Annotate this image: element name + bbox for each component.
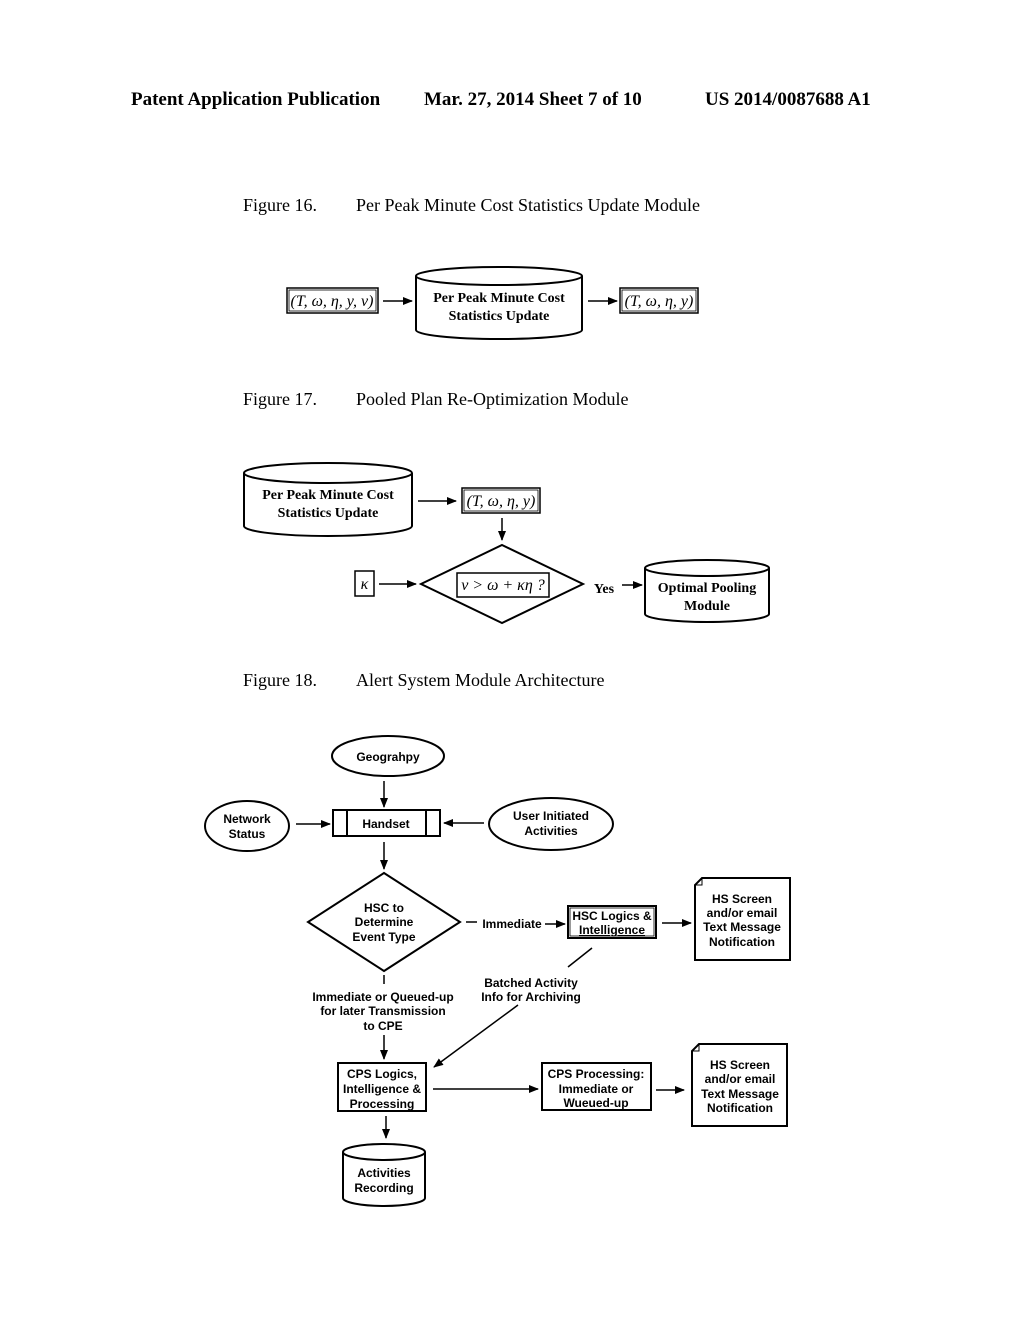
diagram-canvas: (T, ω, η, y, v) Per Peak Minute Cost Sta… (204, 266, 791, 1207)
fig16-module-line1: Per Peak Minute Cost (433, 291, 565, 306)
fig18-decision-diamond: HSC to Determine Event Type (306, 871, 462, 973)
fig18-geography-ellipse: Geograhpy (331, 735, 445, 777)
fig18-notif2-line3: Text Message (701, 1087, 779, 1101)
fig18-user-ellipse: User Initiated Activities (488, 797, 614, 851)
fig16-output-text: (T, ω, η, y) (625, 293, 694, 310)
fig17-target-cylinder: Optimal Pooling Module (644, 559, 770, 623)
fig18-notif1-line2: and/or email (707, 906, 778, 920)
fig18-recording-line2: Recording (354, 1181, 413, 1195)
fig18-notification2-doc: HS Screen and/or email Text Message Noti… (691, 1043, 788, 1127)
fig16-module-cylinder: Per Peak Minute Cost Statistics Update (415, 266, 583, 340)
fig18-cpsproc-line1: CPS Processing: (548, 1067, 645, 1081)
fig17-source-line1: Per Peak Minute Cost (262, 488, 394, 503)
fig17-stats-text: (T, ω, η, y) (467, 493, 536, 510)
fig18-recording-cylinder: Activities Recording (342, 1143, 426, 1207)
fig18-notif2-line2: and/or email (705, 1072, 776, 1086)
fig18-user-line1: User Initiated (513, 809, 589, 823)
fig18-notif2-line4: Notification (707, 1101, 773, 1115)
fig18-queued-line3: to CPE (363, 1019, 402, 1033)
fig18-cps-line2: Intelligence & (343, 1082, 421, 1096)
fig18-geography-text: Geograhpy (356, 750, 420, 764)
fig17-decision-diamond: v > ω + κη ? (418, 543, 586, 625)
fig18-immediate-label: Immediate (482, 917, 542, 931)
fig18-hsc-line1: HSC Logics & (572, 909, 652, 923)
fig18-handset-text: Handset (362, 817, 409, 831)
fig18-queued-line2: for later Transmission (320, 1004, 445, 1018)
fig18-network-line1: Network (223, 812, 271, 826)
fig18-batched-line-upper (567, 947, 593, 968)
fig17-target-line2: Module (684, 599, 730, 614)
fig18-notification1-doc: HS Screen and/or email Text Message Noti… (694, 877, 791, 961)
fig18-arrow-batched (433, 1004, 519, 1068)
fig18-user-line2: Activities (524, 824, 578, 838)
fig17-target-line1: Optimal Pooling (658, 581, 756, 596)
fig18-queued-line1: Immediate or Queued-up (312, 990, 453, 1004)
fig18-hsc-line2: Intelligence (579, 923, 645, 937)
fig18-network-ellipse: Network Status (204, 800, 290, 852)
fig18-recording-line1: Activities (357, 1166, 411, 1180)
fig18-cpsproc-box: CPS Processing: Immediate or Wueued-up (541, 1062, 652, 1111)
fig16-module-line2: Statistics Update (449, 309, 550, 324)
fig17-source-line2: Statistics Update (278, 506, 379, 521)
fig17-source-cylinder: Per Peak Minute Cost Statistics Update (243, 462, 413, 537)
fig18-cpsproc-line2: Immediate or (559, 1082, 634, 1096)
fig18-cps-line1: CPS Logics, (347, 1067, 417, 1081)
fig17-condition-text: v > ω + κη ? (461, 577, 545, 594)
fig18-handset-box: Handset (332, 809, 441, 837)
fig16-output-box: (T, ω, η, y) (619, 287, 699, 314)
fig16-input-text: (T, ω, η, y, v) (291, 293, 374, 310)
fig17-yes-label: Yes (594, 582, 615, 597)
fig17-kappa-text: κ (361, 576, 369, 593)
fig16-input-box: (T, ω, η, y, v) (286, 287, 379, 314)
fig18-cpsproc-line3: Wueued-up (563, 1096, 628, 1110)
fig18-decision-line2: Determine (355, 915, 414, 929)
fig18-cps-line3: Processing (350, 1097, 415, 1111)
fig18-notif1-line4: Notification (709, 935, 775, 949)
fig18-hsc-box: HSC Logics & Intelligence (567, 905, 657, 939)
fig18-batched-line1: Batched Activity (484, 976, 578, 990)
fig18-notif2-line1: HS Screen (710, 1058, 770, 1072)
fig18-network-line2: Status (229, 827, 266, 841)
fig18-decision-line3: Event Type (352, 930, 415, 944)
fig18-notif1-line1: HS Screen (712, 892, 772, 906)
fig18-cps-box: CPS Logics, Intelligence & Processing (337, 1062, 427, 1112)
fig18-decision-line1: HSC to (364, 901, 404, 915)
fig17-stats-box: (T, ω, η, y) (461, 487, 541, 514)
fig18-notif1-line3: Text Message (703, 920, 781, 934)
fig18-batched-line2: Info for Archiving (481, 990, 581, 1004)
fig17-kappa-box: κ (354, 570, 375, 597)
